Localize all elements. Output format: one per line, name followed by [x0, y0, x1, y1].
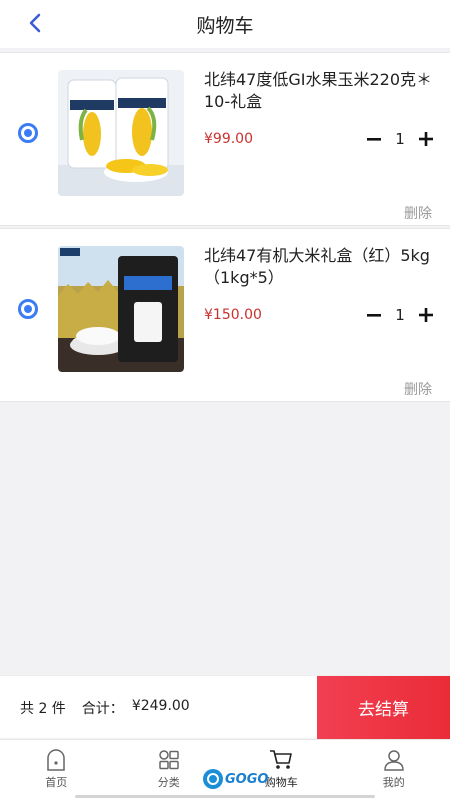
chevron-left-icon — [29, 13, 41, 33]
quantity-stepper: 1 — [366, 303, 434, 327]
increase-button[interactable] — [418, 303, 434, 327]
back-button[interactable] — [22, 10, 48, 36]
increase-button[interactable] — [418, 127, 434, 151]
profile-icon — [383, 750, 404, 771]
order-summary: 共 2 件 合计： ¥249.00 — [20, 698, 190, 718]
item-select-radio[interactable] — [18, 123, 38, 143]
product-price: ¥150.00 — [204, 307, 262, 323]
top-bar: 购物车 — [0, 0, 450, 48]
delete-button[interactable]: 删除 — [404, 203, 432, 223]
item-select-radio[interactable] — [18, 299, 38, 319]
tab-cart[interactable]: 购物车 — [225, 740, 338, 800]
product-name[interactable]: 北纬47度低GI水果玉米220克＊10-礼盒 — [204, 69, 434, 113]
total-value: ¥249.00 — [131, 698, 190, 714]
home-indicator — [75, 795, 375, 798]
tab-label: 购物车 — [264, 776, 298, 789]
minus-icon — [367, 138, 381, 141]
plus-icon — [418, 132, 433, 146]
minus-icon — [367, 314, 381, 317]
checkout-button[interactable]: 去结算 — [317, 676, 450, 739]
decrease-button[interactable] — [366, 127, 382, 151]
tab-category[interactable]: 分类 — [113, 740, 226, 800]
tab-label: 我的 — [382, 776, 405, 789]
item-count: 共 2 件 — [20, 701, 66, 717]
product-name[interactable]: 北纬47有机大米礼盒（红）5kg（1kg*5） — [204, 245, 434, 289]
quantity-value: 1 — [395, 130, 405, 148]
cart-icon — [270, 750, 293, 769]
quantity-value: 1 — [395, 306, 405, 324]
category-icon — [159, 750, 179, 770]
product-price: ¥99.00 — [204, 131, 253, 147]
bottom-tab-bar: 首页 分类 购物车 我的 — [0, 739, 450, 800]
plus-icon — [418, 308, 433, 322]
checkout-bar: 共 2 件 合计： ¥249.00 去结算 — [0, 675, 450, 739]
home-icon — [47, 749, 65, 771]
quantity-stepper: 1 — [366, 127, 434, 151]
cart-item: 北纬47度低GI水果玉米220克＊10-礼盒 ¥99.00 1 删除 — [0, 52, 450, 226]
tab-profile[interactable]: 我的 — [338, 740, 450, 800]
product-image-rice[interactable] — [58, 246, 184, 372]
delete-button[interactable]: 删除 — [404, 379, 432, 399]
product-image-corn[interactable] — [58, 70, 184, 196]
decrease-button[interactable] — [366, 303, 382, 327]
tab-label: 分类 — [157, 776, 180, 789]
page-title: 购物车 — [196, 14, 254, 37]
tab-label: 首页 — [45, 776, 68, 789]
tab-home[interactable]: 首页 — [0, 740, 113, 800]
total-label: 合计： — [81, 701, 124, 717]
cart-item: 北纬47有机大米礼盒（红）5kg（1kg*5） ¥150.00 1 删除 — [0, 228, 450, 402]
